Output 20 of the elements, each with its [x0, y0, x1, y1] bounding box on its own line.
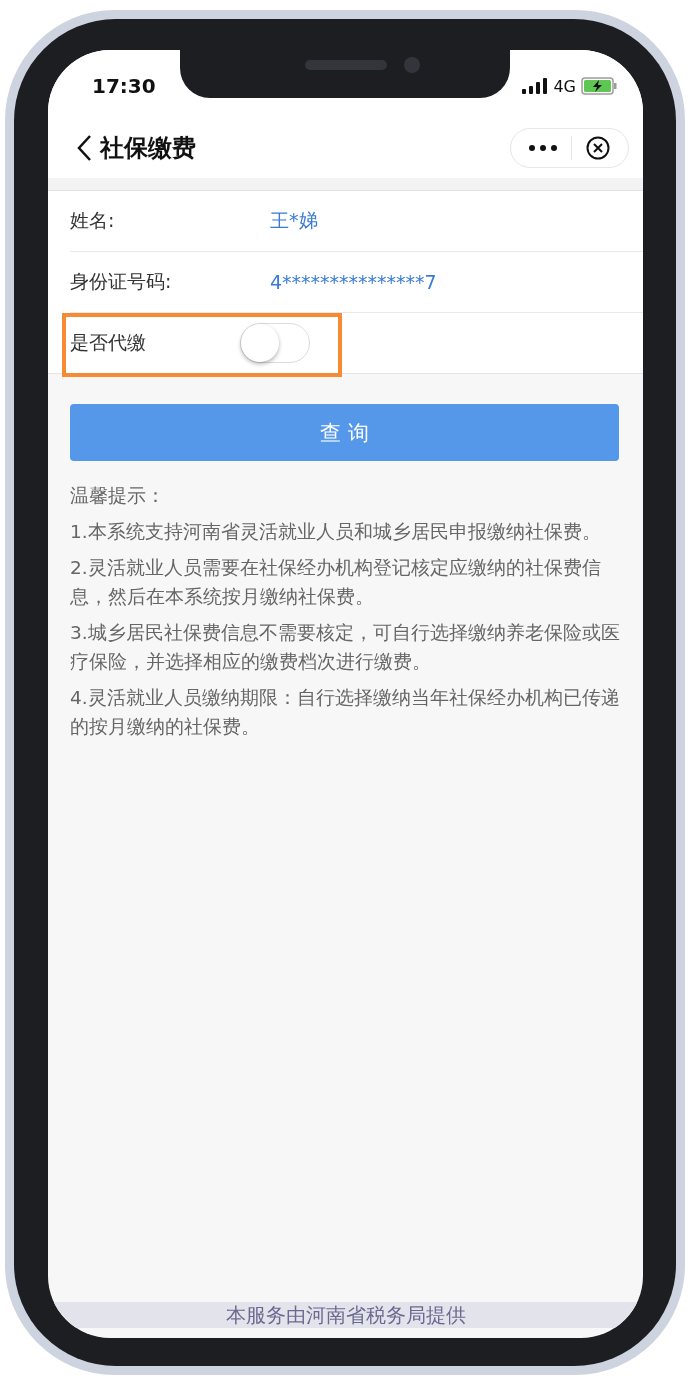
status-time: 17:30 [92, 74, 156, 98]
back-icon[interactable] [76, 134, 92, 162]
field-value: 4***************7 [270, 271, 437, 293]
close-icon[interactable] [586, 136, 610, 160]
tips-title: 温馨提示： [70, 484, 166, 508]
more-icon[interactable] [529, 145, 557, 151]
page-title: 社保缴费 [100, 133, 196, 164]
tip-text: 1.本系统支持河南省灵活就业人员和城乡居民申报缴纳社保费。 [70, 520, 602, 544]
field-label: 姓名: [70, 208, 116, 233]
toggle-switch[interactable] [240, 323, 310, 363]
network-type: 4G [553, 76, 576, 96]
tip-text: 2.灵活就业人员需要在社保经办机构登记核定应缴纳的社保费信息，然后在本系统按月缴纳社保费。 [70, 556, 602, 609]
battery-icon [581, 77, 617, 95]
field-label: 是否代缴 [70, 330, 147, 355]
field-value: 王*娣 [270, 208, 318, 233]
query-button[interactable]: 查 询 [70, 404, 619, 461]
signal-icon [522, 78, 549, 94]
tip-text: 3.城乡居民社保费信息不需要核定，可自行选择缴纳养老保险或医疗保险，并选择相应的缴费档次进行缴费。 [70, 621, 621, 674]
tip-text: 4.灵活就业人员缴纳期限：自行选择缴纳当年社保经办机构已传递的按月缴纳的社保费。 [70, 686, 621, 739]
field-label: 身份证号码: [70, 269, 173, 294]
